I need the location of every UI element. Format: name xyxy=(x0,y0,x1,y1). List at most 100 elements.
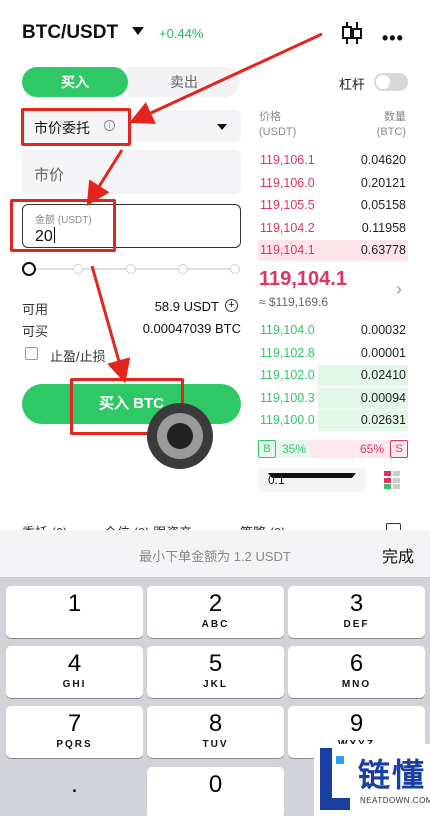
key-3[interactable]: 3 DEF xyxy=(288,586,425,638)
ask-price: 119,106.1 xyxy=(260,153,315,167)
slider-stop-75[interactable] xyxy=(178,264,188,274)
key-letters: TUV xyxy=(202,739,229,750)
ask-qty: 0.05158 xyxy=(360,198,406,213)
buyable-value: 0.00047039 BTC xyxy=(142,321,241,336)
key-digit: 2 xyxy=(208,590,223,617)
chart-icon[interactable] xyxy=(341,20,363,46)
watermark-sub: NEATDOWN.COM xyxy=(360,796,430,805)
key-letters: ABC xyxy=(201,619,230,630)
ask-price: 119,105.5 xyxy=(260,198,315,213)
toggle-knob xyxy=(376,75,390,89)
available-label: 可用 xyxy=(22,302,49,317)
plus-circle-icon[interactable]: + xyxy=(225,299,238,312)
key-letters: DEF xyxy=(343,619,370,630)
key-digit: 3 xyxy=(349,590,364,617)
sell-tab[interactable]: 卖出 xyxy=(128,67,240,97)
key-8[interactable]: 8 TUV xyxy=(147,706,284,758)
bid-row[interactable]: 119,102.0 0.02410 xyxy=(258,365,408,387)
bid-qty: 0.00032 xyxy=(360,323,406,337)
key-1[interactable]: 1 xyxy=(6,586,143,638)
key-digit: 6 xyxy=(349,650,364,677)
annotation-box-amount xyxy=(10,199,116,252)
layout-icon-block xyxy=(393,478,400,483)
key-digit: 9 xyxy=(349,710,364,737)
mid-price[interactable]: 119,104.1 xyxy=(259,268,347,291)
ask-price: 119,106.0 xyxy=(260,175,315,190)
mid-fiat-price: ≈ $119,169.6 xyxy=(259,295,329,309)
buy-ratio-badge: B xyxy=(258,440,276,458)
key-6[interactable]: 6 MNO xyxy=(288,646,425,698)
ask-row[interactable]: 119,106.0 0.20121 xyxy=(258,173,408,194)
market-price-field: 市价 xyxy=(22,150,241,194)
layout-icon[interactable] xyxy=(384,471,402,489)
ask-qty: 0.04620 xyxy=(360,153,406,167)
key-4[interactable]: 4 GHI xyxy=(6,646,143,698)
key-letters: MNO xyxy=(341,679,372,690)
key-2[interactable]: 2 ABC xyxy=(147,586,284,638)
key-dot[interactable]: . xyxy=(6,767,143,816)
bid-price: 119,102.8 xyxy=(260,345,315,360)
slider-handle[interactable] xyxy=(22,262,36,276)
watermark-logo xyxy=(316,746,352,814)
layout-icon-ask-block xyxy=(384,478,391,483)
qty-unit: (BTC) xyxy=(376,126,406,138)
bid-price: 119,104.0 xyxy=(260,323,315,337)
pair-title[interactable]: BTC/USDT xyxy=(22,22,118,44)
more-icon[interactable]: ••• xyxy=(382,28,404,49)
bid-qty: 0.00094 xyxy=(360,390,406,405)
price-change: +0.44% xyxy=(159,26,204,41)
ask-price: 119,104.2 xyxy=(260,220,315,235)
key-5[interactable]: 5 JKL xyxy=(147,646,284,698)
arrow-right-icon[interactable]: › xyxy=(396,279,402,300)
tpsl-label[interactable]: 止盈/止损 xyxy=(50,346,106,365)
buy-ratio-value: 35% xyxy=(282,442,307,456)
ask-qty: 0.20121 xyxy=(360,175,406,190)
done-button[interactable]: 完成 xyxy=(382,543,414,567)
chevron-down-icon[interactable] xyxy=(132,27,144,35)
ask-row[interactable]: 119,104.2 0.11958 xyxy=(258,218,408,239)
lever-toggle[interactable] xyxy=(374,73,408,91)
key-digit: . xyxy=(71,771,78,798)
ask-row[interactable]: 119,104.1 0.63778 xyxy=(258,240,408,262)
price-header: 价格 xyxy=(259,111,281,123)
ask-qty: 0.63778 xyxy=(360,243,406,258)
watermark: 链懂 NEATDOWN.COM xyxy=(314,744,430,816)
slider-stop-25[interactable] xyxy=(73,264,83,274)
layout-icon-block xyxy=(393,471,400,476)
min-order-hint: 最小下单金额为 1.2 USDT xyxy=(139,549,291,564)
ask-row[interactable]: 119,105.5 0.05158 xyxy=(258,195,408,216)
slider-stop-50[interactable] xyxy=(126,264,136,274)
key-digit: 8 xyxy=(208,710,223,737)
price-unit: (USDT) xyxy=(259,126,297,138)
ask-qty: 0.11958 xyxy=(361,220,406,235)
bid-row[interactable]: 119,104.0 0.00032 xyxy=(258,320,408,341)
bid-row[interactable]: 119,100.0 0.02631 xyxy=(258,410,408,432)
bid-qty: 0.02631 xyxy=(360,413,406,428)
buy-tab[interactable]: 买入 xyxy=(22,67,128,97)
tap-indicator-core xyxy=(167,423,193,449)
bid-price: 119,102.0 xyxy=(260,368,315,383)
key-digit: 7 xyxy=(67,710,82,737)
ask-price: 119,104.1 xyxy=(260,243,315,258)
sell-ratio-badge: S xyxy=(390,440,408,458)
precision-select[interactable]: 0.1 xyxy=(258,468,366,492)
key-letters: PQRS xyxy=(56,739,93,750)
buyable-label: 可买 xyxy=(22,324,49,339)
chevron-down-icon xyxy=(217,124,227,130)
key-0[interactable]: 0 xyxy=(147,767,284,816)
tpsl-checkbox[interactable] xyxy=(25,347,38,360)
header: BTC/USDT +0.44% ••• xyxy=(0,0,430,64)
bid-price: 119,100.3 xyxy=(260,390,315,405)
annotation-box-order-type xyxy=(21,108,131,146)
layout-icon-block xyxy=(393,484,400,489)
ask-row[interactable]: 119,106.1 0.04620 xyxy=(258,150,408,171)
buy-sell-ratio: B 35% 65% S xyxy=(258,440,408,458)
slider-stop-100[interactable] xyxy=(230,264,240,274)
key-digit: 5 xyxy=(208,650,223,677)
chevron-down-icon xyxy=(268,473,356,478)
key-7[interactable]: 7 PQRS xyxy=(6,706,143,758)
bid-row[interactable]: 119,100.3 0.00094 xyxy=(258,387,408,409)
bid-row[interactable]: 119,102.8 0.00001 xyxy=(258,343,408,364)
qty-header: 数量 xyxy=(384,111,406,123)
key-digit: 0 xyxy=(208,771,223,798)
